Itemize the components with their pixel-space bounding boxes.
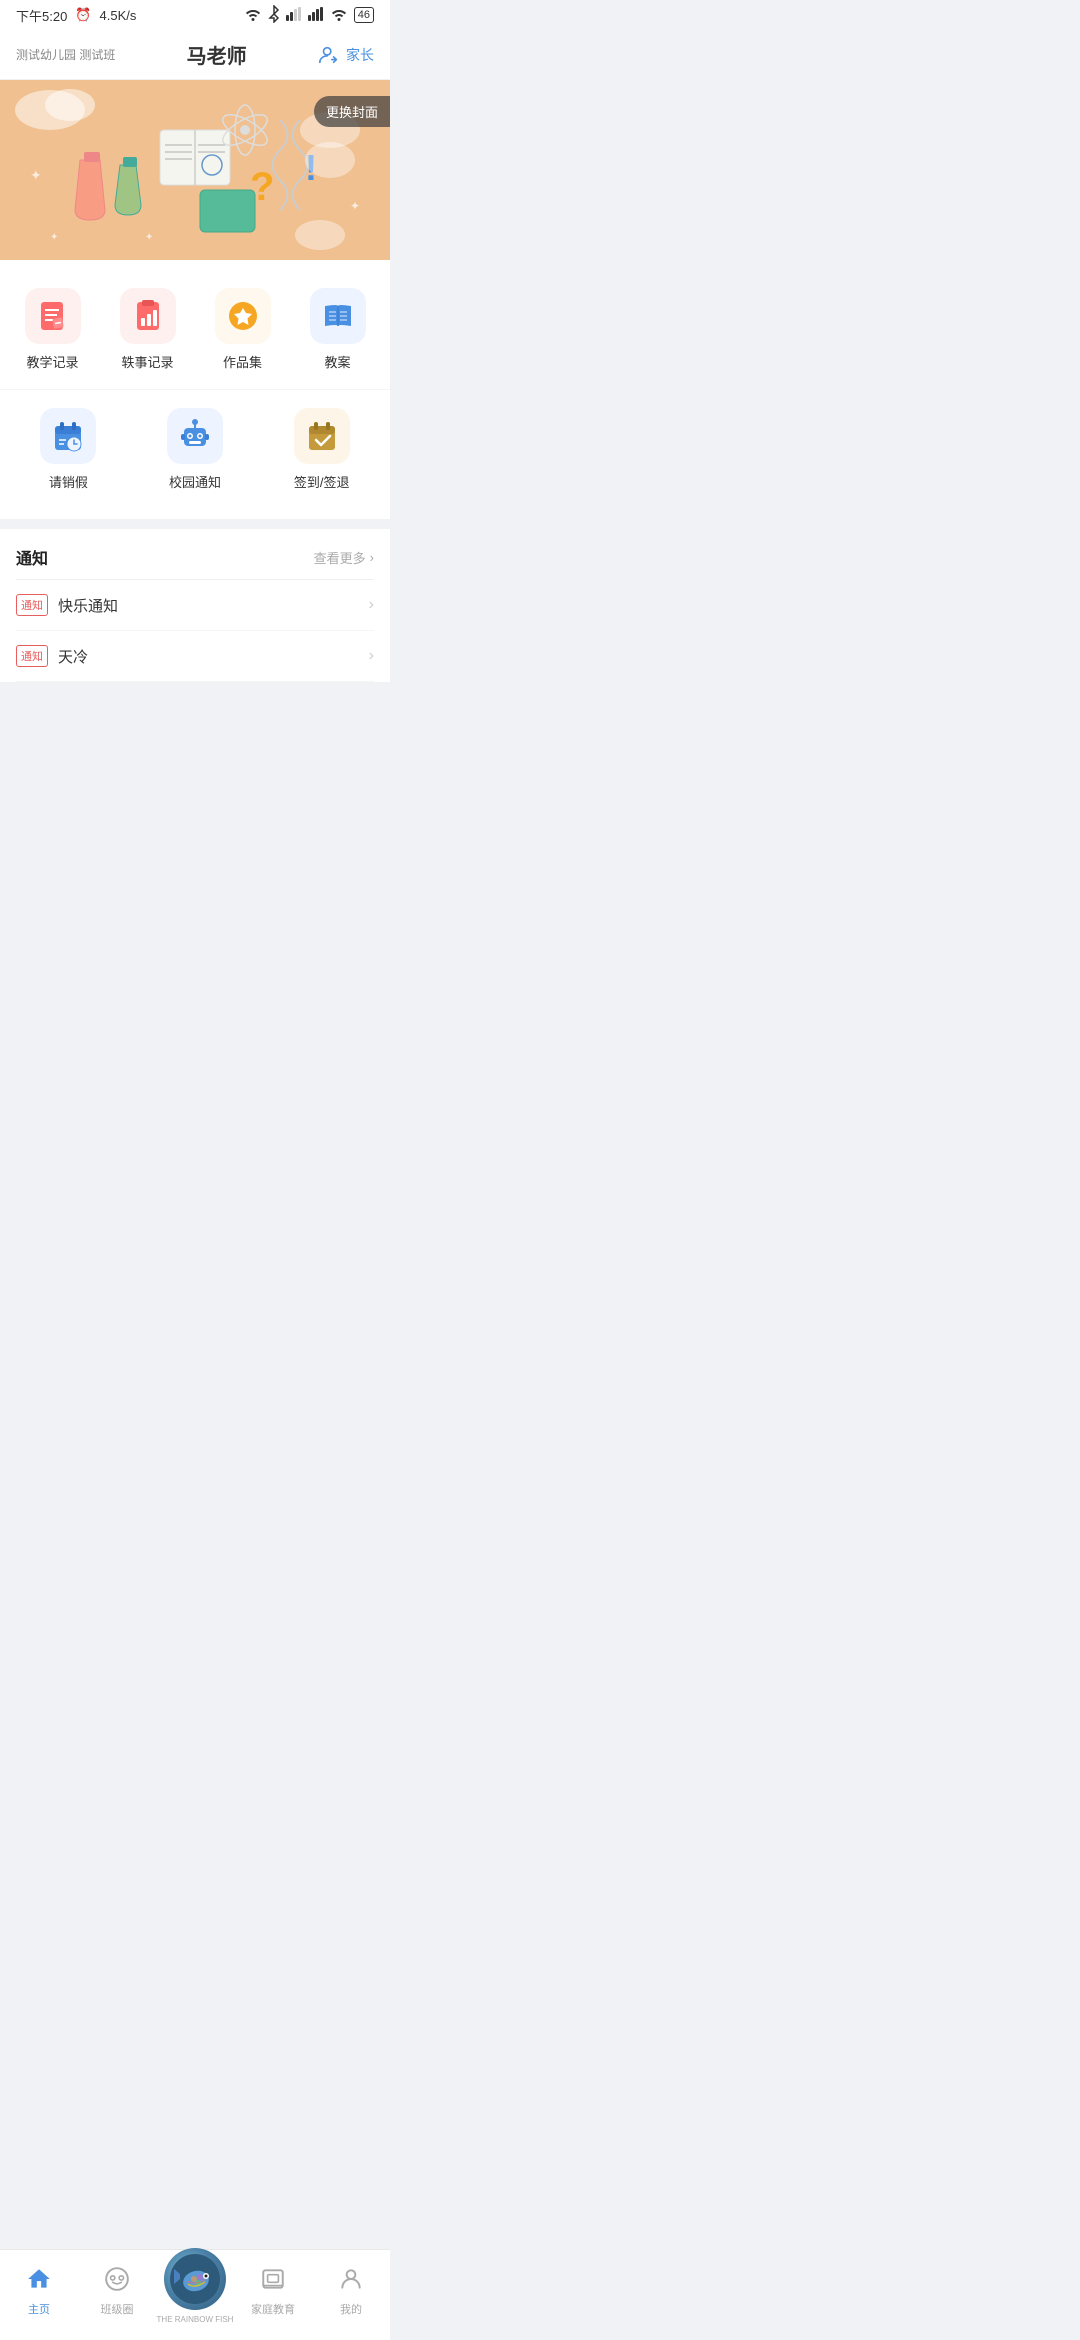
change-cover-button[interactable]: 更换封面 [314,96,390,127]
status-left: 下午5:20 ⏰ 4.5K/s [16,6,136,25]
rainbow-fish-label: THE RAINBOW FISH [157,2315,234,2324]
class-circle-icon [104,2266,130,2298]
checkin-button[interactable]: 签到/签退 [263,400,380,499]
notice-arrow-2: › [369,647,374,665]
wifi-icon2 [330,7,348,24]
leave-label: 请销假 [49,472,88,491]
family-edu-icon [260,2266,286,2298]
status-time: 下午5:20 [16,6,67,25]
lesson-plan-button[interactable]: 教案 [295,280,380,379]
notice-item-2-left: 通知 天冷 [16,645,88,667]
alarm-icon: ⏰ [75,7,91,23]
signal-icon2 [308,7,324,24]
lesson-plan-label: 教案 [324,352,350,371]
svg-text:✦: ✦ [145,232,153,243]
nav-home-label: 主页 [28,2301,50,2317]
svg-text:✦: ✦ [30,167,42,183]
campus-notice-label: 校园通知 [169,472,221,491]
notice-section: 通知 查看更多 › 通知 快乐通知 › 通知 天冷 › [0,529,390,682]
notice-more-label: 查看更多 [314,548,366,567]
notice-arrow-1: › [369,596,374,614]
notice-item-1[interactable]: 通知 快乐通知 › [16,580,374,631]
nav-family-edu-label: 家庭教育 [251,2301,295,2317]
notice-item-1-left: 通知 快乐通知 [16,594,118,616]
svg-text:✦: ✦ [50,232,58,243]
portfolio-icon [215,288,271,344]
notice-more-button[interactable]: 查看更多 › [314,548,374,567]
notice-text-2: 天冷 [58,646,88,667]
incident-record-icon [120,288,176,344]
bluetooth-icon [268,5,280,26]
checkin-icon [294,408,350,464]
signal-icon1 [286,7,302,24]
secondary-icon-grid: 请销假 [0,389,390,519]
svg-text:✦: ✦ [350,199,360,213]
parent-switch[interactable]: 家长 [318,44,374,66]
school-class-label: 测试幼儿园 测试班 [16,46,115,63]
campus-notice-button[interactable]: 校园通知 [137,400,254,499]
battery-indicator: 46 [354,7,374,23]
notice-tag-1: 通知 [16,594,48,616]
nav-home[interactable]: 主页 [0,2266,78,2317]
wifi-icon [244,7,262,24]
lesson-plan-icon [310,288,366,344]
checkin-label: 签到/签退 [294,472,350,491]
notice-tag-2: 通知 [16,645,48,667]
notice-text-1: 快乐通知 [58,595,118,616]
leave-icon [40,408,96,464]
portfolio-button[interactable]: 作品集 [200,280,285,379]
person-switch-icon [318,44,340,66]
status-speed: 4.5K/s [100,8,137,23]
nav-mine-label: 我的 [340,2301,362,2317]
notice-section-header: 通知 查看更多 › [16,529,374,580]
nav-class-circle[interactable]: 班级圈 [78,2266,156,2317]
teaching-record-label: 教学记录 [26,352,78,371]
header: 测试幼儿园 测试班 马老师 家长 [0,30,390,80]
nav-mine[interactable]: 我的 [312,2266,390,2317]
home-icon [26,2266,52,2298]
teaching-record-button[interactable]: 教学记录 [10,280,95,379]
mine-icon [338,2266,364,2298]
nav-class-circle-label: 班级圈 [101,2301,134,2317]
portfolio-label: 作品集 [223,352,262,371]
status-right: 46 [244,5,374,26]
nav-family-edu[interactable]: 家庭教育 [234,2266,312,2317]
teaching-record-icon [25,288,81,344]
incident-record-button[interactable]: 轶事记录 [105,280,190,379]
status-bar: 下午5:20 ⏰ 4.5K/s 46 [0,0,390,30]
nav-rainbow-fish[interactable]: THE RAINBOW FISH [156,2248,234,2324]
notice-item-2[interactable]: 通知 天冷 › [16,631,374,682]
chevron-right-icon: › [370,550,374,565]
parent-label: 家长 [346,45,374,65]
notice-section-title: 通知 [16,545,48,569]
main-icon-grid: 教学记录 轶事记录 作品集 [0,260,390,389]
bottom-nav: 主页 班级圈 [0,2249,390,2340]
incident-record-label: 轶事记录 [121,352,173,371]
campus-notice-icon [167,408,223,464]
rainbow-fish-logo [164,2248,226,2310]
leave-button[interactable]: 请销假 [10,400,127,499]
banner: ? ! ✦ ✦ ✦ ✦ 更换封面 [0,80,390,260]
teacher-name: 马老师 [187,40,247,69]
